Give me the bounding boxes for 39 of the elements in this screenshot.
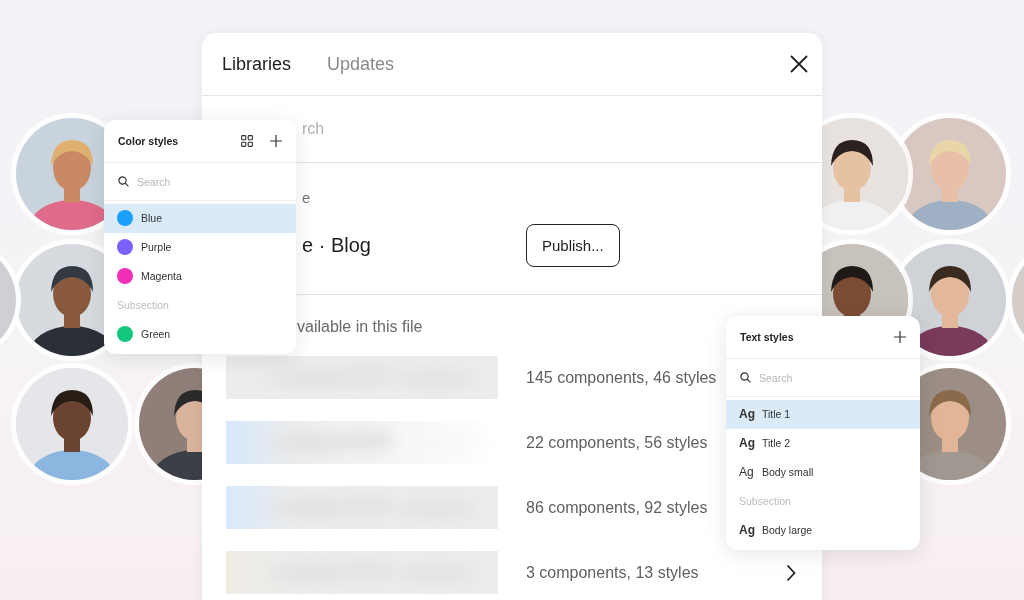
text-style-item[interactable]: Ag Title 2 [726,428,920,458]
search-icon [740,372,751,383]
library-summary: 3 components, 13 styles [526,563,699,582]
section-label: e [302,189,311,206]
item-label: Blue [141,212,162,225]
type-sample: Ag [739,465,754,479]
item-label: Title 2 [762,437,791,450]
subsection-label: Subsection [117,298,169,311]
item-label: Body small [762,466,814,478]
panel-title: Text styles [740,331,794,343]
item-label: Purple [141,241,172,254]
chevron-right-icon[interactable] [786,563,796,582]
publish-button[interactable]: Publish... [526,224,620,267]
text-style-item[interactable]: Ag Body small [726,457,920,487]
library-summary: 86 components, 92 styles [526,498,708,517]
color-style-item[interactable]: Green [104,319,296,348]
library-summary: 145 components, 46 styles [526,368,717,387]
item-label: Body large [762,523,813,536]
file-name: e · Blog [302,234,372,257]
search-icon [118,176,129,187]
close-icon[interactable] [790,55,808,73]
panel-title: Color styles [118,135,179,147]
type-sample: Ag [739,436,754,451]
section-title: vailable in this file [297,318,423,336]
library-summary: 22 components, 56 styles [526,433,708,452]
text-style-item[interactable]: Ag Title 1 [726,400,920,429]
type-sample: Ag [739,522,754,537]
item-label: Title 1 [762,408,791,421]
item-label: Green [141,327,171,340]
color-style-item[interactable]: Purple [104,232,296,262]
item-label: Magenta [141,270,182,282]
type-sample: Ag [739,407,754,422]
plus-icon[interactable] [270,135,282,147]
subsection-label: Subsection [739,494,791,507]
grid-icon[interactable] [241,135,253,147]
color-style-item[interactable]: Magenta [104,261,296,291]
color-style-item[interactable]: Blue [104,204,296,233]
text-style-item[interactable]: Ag Body large [726,515,920,544]
tab[interactable]: Libraries [222,49,306,79]
